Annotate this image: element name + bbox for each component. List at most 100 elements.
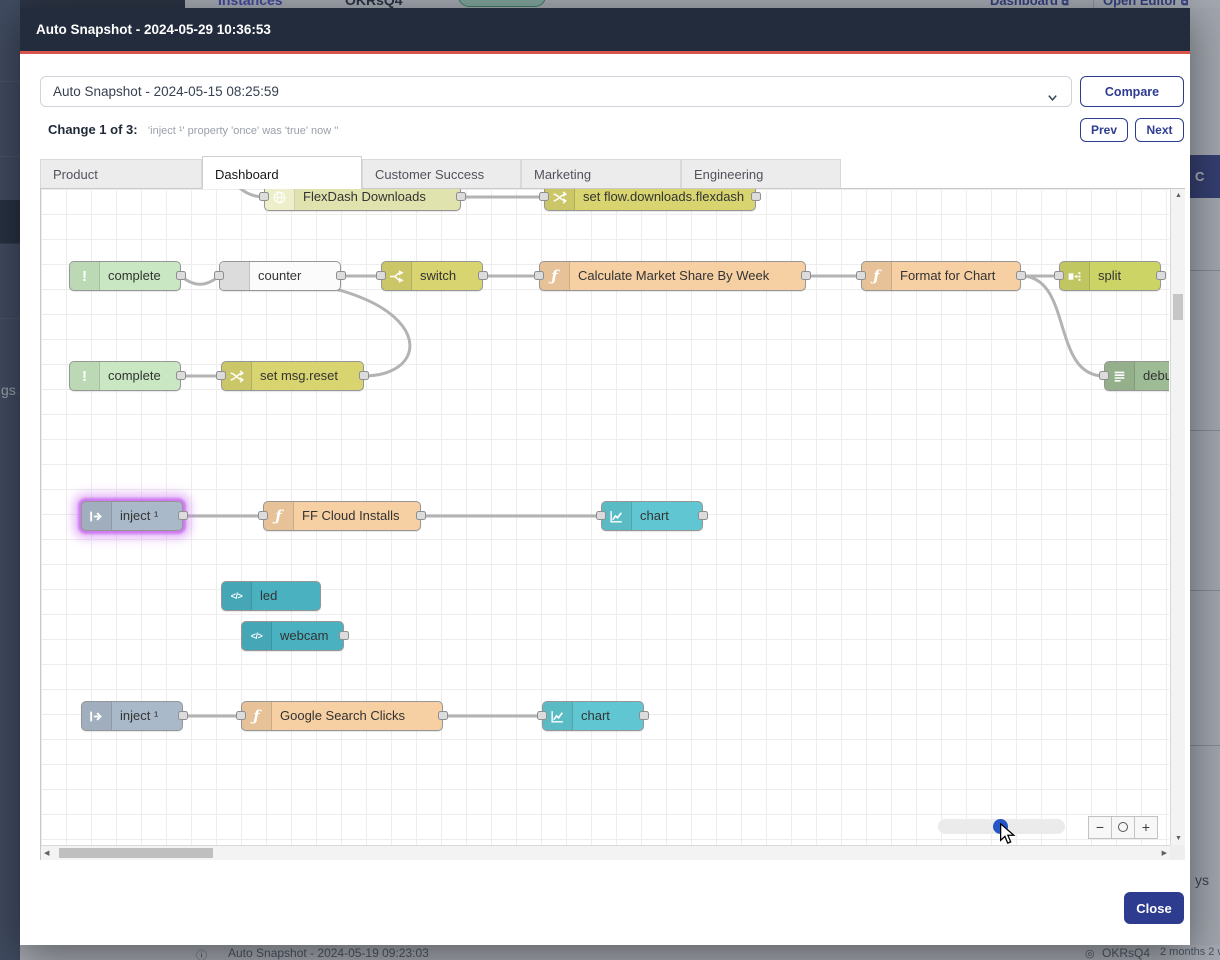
node-input-port[interactable] [534, 271, 544, 280]
node-output-port[interactable] [359, 371, 369, 380]
node-output-port[interactable] [438, 711, 448, 720]
node-label: Format for Chart [900, 262, 995, 290]
node-inject-1[interactable]: inject ¹ [81, 501, 183, 531]
node-label: FlexDash Downloads [303, 189, 426, 210]
function-icon: ƒ [264, 502, 294, 530]
node-output-port[interactable] [336, 271, 346, 280]
vertical-scrollbar-thumb[interactable] [1173, 294, 1183, 320]
chart-icon [602, 502, 632, 530]
node-flexdash-downloads[interactable]: FlexDash Downloads [264, 189, 461, 211]
node-output-port[interactable] [478, 271, 488, 280]
snapshot-select[interactable]: Auto Snapshot - 2024-05-15 08:25:59 [40, 76, 1072, 107]
node-set-flow-downloads[interactable]: set flow.downloads.flexdash [544, 189, 756, 211]
zoom-reset-button[interactable] [1111, 816, 1135, 839]
zoom-in-button[interactable]: + [1134, 816, 1158, 839]
dialog-title: Auto Snapshot - 2024-05-29 10:36:53 [36, 22, 271, 37]
node-input-port[interactable] [259, 192, 269, 201]
node-output-port[interactable] [339, 631, 349, 640]
scrollbar-corner [1170, 845, 1185, 860]
node-input-port[interactable] [258, 511, 268, 520]
template-icon: </> [222, 582, 252, 610]
flow-canvas[interactable]: FlexDash Downloads set flow.downloads.fle… [41, 189, 1169, 845]
node-label: chart [581, 702, 610, 730]
node-switch[interactable]: switch [381, 261, 483, 291]
node-complete-2[interactable]: ! complete [69, 361, 181, 391]
prev-button[interactable]: Prev [1080, 118, 1128, 142]
tab-engineering[interactable]: Engineering [681, 159, 841, 189]
node-output-port[interactable] [176, 271, 186, 280]
node-ff-cloud-installs[interactable]: ƒFF Cloud Installs [263, 501, 421, 531]
snapshot-compare-dialog: Auto Snapshot - 2024-05-29 10:36:53 Auto… [20, 8, 1190, 945]
node-input-port[interactable] [376, 271, 386, 280]
node-output-port[interactable] [456, 192, 466, 201]
node-output-port[interactable] [801, 271, 811, 280]
node-input-port[interactable] [1099, 371, 1109, 380]
mouse-cursor-icon [999, 823, 1018, 845]
node-chart-1[interactable]: chart [601, 501, 703, 531]
node-label: led [260, 582, 277, 610]
inject-icon [82, 702, 112, 730]
node-split[interactable]: split [1059, 261, 1161, 291]
node-label: counter [258, 262, 301, 290]
node-input-port[interactable] [539, 192, 549, 201]
chart-icon [543, 702, 573, 730]
dialog-header: Auto Snapshot - 2024-05-29 10:36:53 [20, 8, 1190, 54]
node-output-port[interactable] [639, 711, 649, 720]
exclamation-icon: ! [70, 362, 100, 390]
tab-dashboard[interactable]: Dashboard [202, 156, 362, 189]
wire [1021, 276, 1104, 376]
node-input-port[interactable] [216, 371, 226, 380]
horizontal-scrollbar[interactable]: ◀ ▶ [41, 845, 1170, 860]
node-label: complete [108, 362, 161, 390]
scroll-down-icon[interactable]: ▼ [1175, 835, 1182, 842]
node-label: Calculate Market Share By Week [578, 262, 769, 290]
node-input-port[interactable] [537, 711, 547, 720]
node-label: set msg.reset [260, 362, 338, 390]
node-output-port[interactable] [178, 511, 188, 520]
node-input-port[interactable] [856, 271, 866, 280]
node-label: webcam [280, 622, 328, 650]
scroll-right-icon[interactable]: ▶ [1162, 849, 1167, 857]
node-output-port[interactable] [1156, 271, 1166, 280]
node-output-port[interactable] [698, 511, 708, 520]
node-input-port[interactable] [596, 511, 606, 520]
scroll-up-icon[interactable]: ▲ [1175, 192, 1182, 199]
horizontal-scrollbar-thumb[interactable] [59, 848, 213, 858]
node-output-port[interactable] [416, 511, 426, 520]
change-icon [545, 189, 575, 210]
snapshot-select-value: Auto Snapshot - 2024-05-15 08:25:59 [53, 84, 279, 99]
tab-marketing[interactable]: Marketing [521, 159, 681, 189]
node-input-port[interactable] [214, 271, 224, 280]
node-debug[interactable]: debug [1104, 361, 1169, 391]
node-counter[interactable]: counter [219, 261, 341, 291]
node-webcam[interactable]: </>webcam [241, 621, 344, 651]
next-button[interactable]: Next [1135, 118, 1184, 142]
node-output-port[interactable] [751, 192, 761, 201]
compare-button[interactable]: Compare [1080, 76, 1184, 107]
node-output-port[interactable] [1016, 271, 1026, 280]
node-input-port[interactable] [1054, 271, 1064, 280]
node-complete-1[interactable]: !complete [69, 261, 181, 291]
node-set-msg-reset[interactable]: set msg.reset [221, 361, 364, 391]
node-output-port[interactable] [176, 371, 186, 380]
node-input-port[interactable] [236, 711, 246, 720]
change-summary: Change 1 of 3: 'inject ¹' property 'once… [48, 121, 338, 141]
node-led[interactable]: </> led [221, 581, 321, 611]
node-google-search-clicks[interactable]: ƒGoogle Search Clicks [241, 701, 443, 731]
zoom-out-button[interactable]: − [1088, 816, 1112, 839]
change-description: 'inject ¹' property 'once' was 'true' no… [148, 125, 338, 137]
zoom-controls: − + [1089, 816, 1158, 839]
node-chart-2[interactable]: chart [542, 701, 644, 731]
close-button[interactable]: Close [1124, 892, 1184, 924]
inject-icon [82, 502, 112, 530]
node-label: Google Search Clicks [280, 702, 405, 730]
globe-icon [265, 189, 295, 210]
scroll-left-icon[interactable]: ◀ [44, 849, 49, 857]
tab-customer-success[interactable]: Customer Success [362, 159, 521, 189]
node-calc-market-share[interactable]: ƒCalculate Market Share By Week [539, 261, 806, 291]
node-output-port[interactable] [178, 711, 188, 720]
vertical-scrollbar[interactable]: ▲ ▼ [1170, 189, 1185, 845]
tab-product[interactable]: Product [40, 159, 202, 189]
node-format-for-chart[interactable]: ƒFormat for Chart [861, 261, 1021, 291]
node-inject-2[interactable]: inject ¹ [81, 701, 183, 731]
